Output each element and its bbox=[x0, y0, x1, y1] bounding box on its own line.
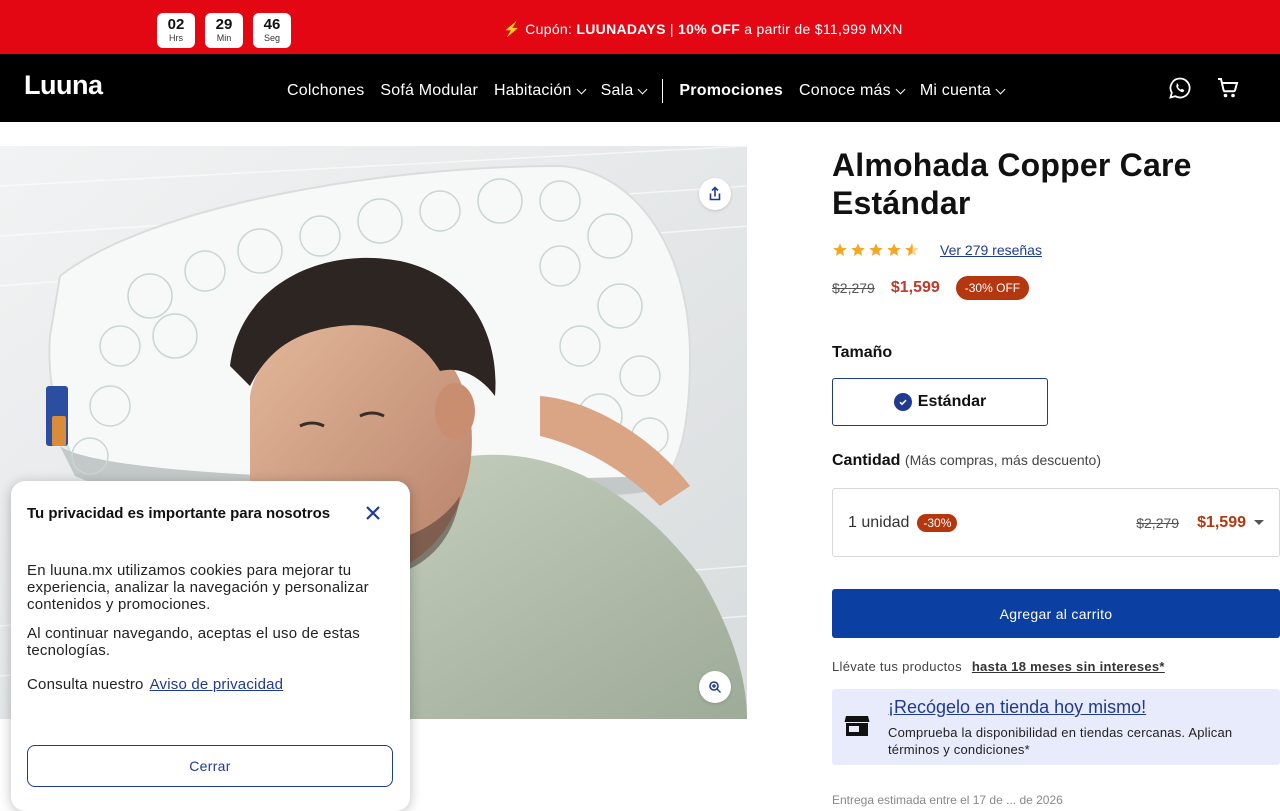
nav-mi-cuenta[interactable]: Mi cuenta bbox=[919, 82, 1006, 100]
star-icon bbox=[887, 243, 901, 256]
price-row: $2,279 $1,599 -30% OFF bbox=[832, 276, 1280, 300]
msi-info: Llévate tus productos hasta 18 meses sin… bbox=[832, 659, 1280, 674]
share-button[interactable] bbox=[699, 178, 731, 210]
nav-sofa-modular[interactable]: Sofá Modular bbox=[380, 82, 478, 100]
chevron-down-icon bbox=[995, 84, 1006, 94]
store-pickup-text: Comprueba la disponibilidad en tiendas c… bbox=[888, 725, 1233, 757]
size-option-estandar[interactable]: Estándar bbox=[832, 378, 1048, 426]
coupon-discount: 10% OFF bbox=[678, 21, 741, 37]
coupon-code: LUUNADAYS bbox=[576, 21, 666, 37]
nav-conoce-mas-label: Conoce más bbox=[798, 82, 891, 99]
store-pickup-title[interactable]: ¡Recógelo en tienda hoy mismo! bbox=[888, 697, 1146, 718]
coupon-prefix: ⚡ Cupón: bbox=[503, 21, 577, 37]
close-icon[interactable] bbox=[363, 503, 383, 523]
product-info: Almohada Copper Care Estándar Ver 279 re… bbox=[832, 146, 1280, 765]
rating-stars bbox=[832, 242, 920, 258]
site-header: Luuna Colchones Sofá Modular Habitación … bbox=[0, 54, 1280, 122]
msi-text: Llévate tus productos bbox=[832, 659, 962, 674]
original-price: $2,279 bbox=[832, 280, 875, 296]
discount-badge: -30% OFF bbox=[955, 276, 1030, 300]
quantity-sale-price: $1,599 bbox=[1197, 513, 1246, 531]
msi-link[interactable]: hasta 18 meses sin intereses* bbox=[972, 659, 1165, 674]
nav-divider bbox=[662, 79, 664, 103]
nav-sala[interactable]: Sala bbox=[600, 82, 648, 100]
nav-colchones-label: Colchones bbox=[287, 82, 365, 99]
quantity-label-text: Cantidad bbox=[832, 452, 901, 469]
store-pickup-box[interactable]: ¡Recógelo en tienda hoy mismo! Comprueba… bbox=[832, 689, 1280, 765]
cookie-privacy-line: Consulta nuestro Aviso de privacidad bbox=[27, 676, 283, 693]
size-label: Tamaño bbox=[832, 344, 893, 361]
store-icon bbox=[844, 716, 870, 736]
privacy-policy-link[interactable]: Aviso de privacidad bbox=[150, 676, 284, 693]
quantity-discount-badge: -30% bbox=[917, 513, 958, 532]
zoom-button[interactable] bbox=[699, 671, 731, 703]
main-nav: Colchones Sofá Modular Habitación Sala P… bbox=[287, 79, 1020, 103]
coupon-separator: | bbox=[665, 21, 679, 37]
cookie-title: Tu privacidad es importante para nosotro… bbox=[27, 505, 331, 522]
cookie-consent-modal: Tu privacidad es importante para nosotro… bbox=[11, 481, 410, 811]
quantity-original-price: $2,279 bbox=[1136, 514, 1180, 531]
add-to-cart-button[interactable]: Agregar al carrito bbox=[832, 589, 1280, 638]
zoom-in-icon bbox=[709, 681, 721, 693]
star-icon bbox=[851, 243, 865, 256]
cookie-privacy-text: Consulta nuestro bbox=[27, 676, 144, 693]
cookie-close-button[interactable]: Cerrar bbox=[27, 745, 393, 787]
delivery-estimate: Entrega estimada entre el 17 de ... de 2… bbox=[832, 793, 1063, 807]
cart-icon[interactable] bbox=[1216, 76, 1240, 100]
product-rating: Ver 279 reseñas bbox=[832, 242, 1280, 258]
reviews-link[interactable]: Ver 279 reseñas bbox=[940, 242, 1042, 258]
quantity-note: (Más compras, más descuento) bbox=[904, 452, 1101, 468]
check-circle-icon bbox=[893, 393, 912, 411]
nav-promociones[interactable]: Promociones bbox=[679, 82, 783, 100]
nav-conoce-mas[interactable]: Conoce más bbox=[798, 82, 906, 100]
chevron-down-icon bbox=[895, 84, 906, 94]
cookie-description: En luuna.mx utilizamos cookies para mejo… bbox=[27, 562, 369, 613]
chevron-down-icon bbox=[637, 84, 648, 94]
star-icon bbox=[833, 243, 847, 256]
sale-price: $1,599 bbox=[890, 279, 940, 296]
quantity-select[interactable]: 1 unidad -30% $2,279 $1,599 bbox=[832, 488, 1280, 557]
cookie-consent-note: Al continuar navegando, aceptas el uso d… bbox=[27, 625, 360, 659]
size-option-label: Estándar bbox=[917, 393, 987, 410]
nav-promociones-label: Promociones bbox=[679, 82, 783, 99]
coupon-suffix: a partir de $11,999 MXN bbox=[740, 21, 903, 37]
whatsapp-icon[interactable] bbox=[1168, 76, 1192, 100]
nav-sofa-modular-label: Sofá Modular bbox=[380, 82, 478, 99]
nav-mi-cuenta-label: Mi cuenta bbox=[919, 82, 991, 99]
star-half-icon bbox=[905, 243, 919, 256]
chevron-down-icon bbox=[576, 84, 587, 94]
product-title: Almohada Copper Care Estándar bbox=[832, 147, 1192, 221]
luuna-logo[interactable]: Luuna bbox=[24, 70, 103, 101]
nav-habitacion-label: Habitación bbox=[493, 82, 572, 99]
star-icon bbox=[869, 243, 883, 256]
caret-down-icon bbox=[1254, 520, 1264, 525]
nav-colchones[interactable]: Colchones bbox=[287, 82, 364, 100]
quantity-select-label: 1 unidad bbox=[848, 513, 910, 531]
share-icon bbox=[709, 186, 721, 201]
quantity-label: Cantidad (Más compras, más descuento) bbox=[832, 452, 1280, 470]
promo-bar: 02 Hrs 29 Min 46 Seg ⚡ Cupón: LUUNADAYS … bbox=[0, 0, 1280, 54]
nav-sala-label: Sala bbox=[600, 82, 634, 99]
coupon-text: ⚡ Cupón: LUUNADAYS | 10% OFF a partir de… bbox=[0, 21, 1280, 38]
header-actions bbox=[1168, 76, 1240, 100]
nav-habitacion[interactable]: Habitación bbox=[493, 82, 587, 100]
